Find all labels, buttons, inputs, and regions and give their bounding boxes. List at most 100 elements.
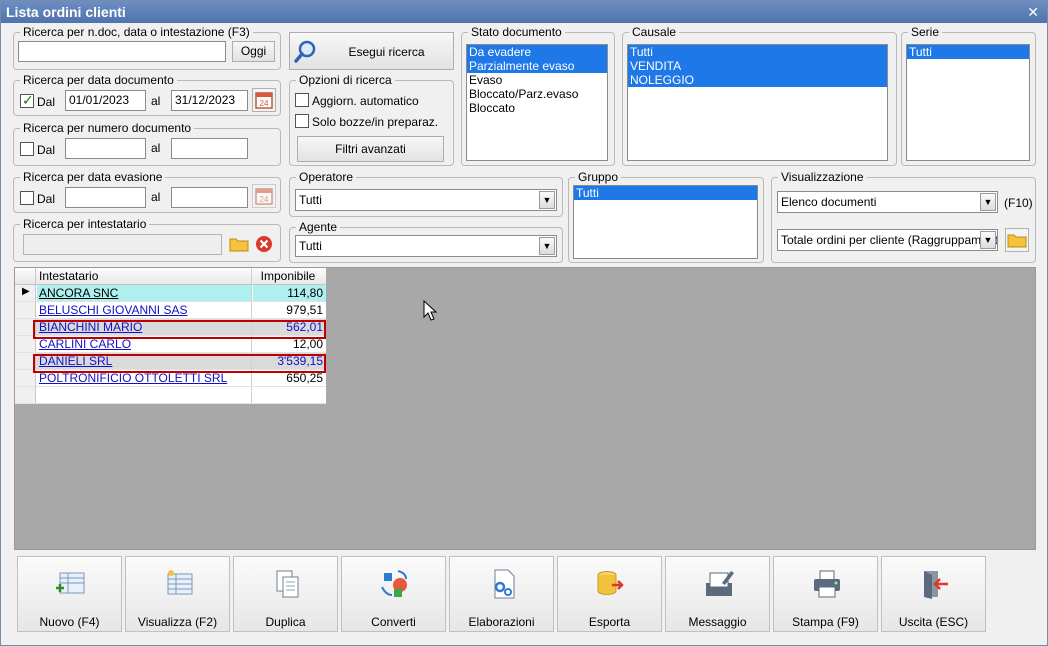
folder-icon[interactable] (228, 234, 250, 254)
search-icon (294, 40, 316, 63)
duplicate-icon (276, 570, 299, 598)
date-evas-legend: Ricerca per data evasione (20, 170, 166, 184)
stato-item[interactable]: Evaso (467, 73, 607, 87)
stato-item[interactable]: Parzialmente evaso (467, 59, 607, 73)
close-icon[interactable]: ✕ (1027, 1, 1039, 23)
gruppo-legend: Gruppo (575, 170, 622, 184)
exit-button[interactable]: Uscita (ESC) (881, 556, 986, 632)
agente-select[interactable]: Tutti ▼ (295, 235, 557, 257)
chevron-down-icon[interactable]: ▼ (539, 237, 555, 255)
date-evas-al-label: al (151, 190, 161, 204)
table-row[interactable]: ▶ ANCORA SNC 114,80 (15, 285, 326, 302)
search-doc-input[interactable] (18, 41, 226, 62)
advanced-filters-button[interactable]: Filtri avanzati (297, 136, 444, 162)
operatore-select[interactable]: Tutti ▼ (295, 189, 557, 211)
export-button[interactable]: Esporta (557, 556, 662, 632)
grid-header-corner (15, 268, 36, 284)
process-button[interactable]: Elaborazioni (449, 556, 554, 632)
chevron-down-icon[interactable]: ▼ (980, 193, 996, 211)
convert-button[interactable]: Converti (341, 556, 446, 632)
chevron-down-icon[interactable]: ▼ (980, 231, 996, 249)
stato-item[interactable]: Bloccato/Parz.evaso (467, 87, 607, 101)
oggi-button[interactable]: Oggi (232, 41, 275, 62)
date-evas-calendar-button[interactable]: 24 (252, 184, 276, 208)
serie-legend: Serie (908, 25, 943, 39)
serie-listbox[interactable]: Tutti (906, 44, 1030, 161)
gruppo-item[interactable]: Tutti (574, 186, 757, 200)
mouse-cursor-icon (423, 300, 438, 321)
view-select[interactable]: Elenco documenti ▼ (777, 191, 998, 213)
export-icon (597, 571, 624, 595)
customer-link[interactable]: CARLINI CARLO (39, 337, 131, 351)
gruppo-listbox[interactable]: Tutti (573, 185, 758, 259)
numero-doc-dal-label: Dal (37, 143, 56, 157)
totale-folder-button[interactable] (1005, 228, 1029, 252)
exit-button-label: Uscita (ESC) (898, 615, 969, 629)
chevron-down-icon[interactable]: ▼ (539, 191, 555, 209)
convert-icon (381, 570, 407, 597)
stato-listbox[interactable]: Da evadere Parzialmente evaso Evaso Bloc… (466, 44, 608, 161)
date-doc-from-input[interactable]: 01/01/2023 (65, 90, 146, 111)
message-button-label: Messaggio (688, 615, 747, 629)
date-doc-to-input[interactable]: 31/12/2023 (171, 90, 248, 111)
agente-legend: Agente (296, 220, 341, 234)
visualizzazione-legend: Visualizzazione (778, 170, 867, 184)
duplicate-button[interactable]: Duplica (233, 556, 338, 632)
options-legend: Opzioni di ricerca (296, 73, 395, 87)
date-evas-to-input[interactable] (171, 187, 248, 208)
table-row[interactable] (15, 387, 326, 404)
intestatario-legend: Ricerca per intestatario (20, 217, 150, 231)
intestatario-input[interactable] (23, 234, 222, 255)
bozze-label: Solo bozze/in preparaz. (312, 115, 439, 129)
column-header-imponibile[interactable]: Imponibile (253, 268, 326, 284)
view-button[interactable]: Visualizza (F2) (125, 556, 230, 632)
customer-link[interactable]: POLTRONIFICIO OTTOLETTI SRL (39, 371, 227, 385)
current-row-arrow-icon: ▶ (22, 286, 30, 297)
results-grid-area: Intestatario Imponibile ▶ ANCORA SNC 114… (14, 267, 1036, 550)
svg-text:24: 24 (260, 99, 269, 108)
search-doc-legend: Ricerca per n.doc, data o intestazione (… (20, 25, 253, 39)
column-header-intestatario[interactable]: Intestatario (37, 268, 252, 284)
folder-icon (1007, 234, 1027, 248)
numero-doc-dal-checkbox[interactable] (20, 142, 34, 156)
table-row[interactable]: BELUSCHI GIOVANNI SAS 979,51 (15, 302, 326, 319)
view-doc-icon (167, 570, 193, 595)
row-indicator (15, 302, 36, 318)
title-bar: Lista ordini clienti ✕ (1, 1, 1047, 23)
causale-item[interactable]: VENDITA (628, 59, 887, 73)
numero-doc-to-input[interactable] (171, 138, 248, 159)
imponibile-cell: 114,80 (253, 285, 326, 301)
customer-link[interactable]: ANCORA SNC (39, 286, 118, 300)
row-indicator (15, 387, 36, 403)
date-doc-calendar-button[interactable]: 24 (252, 88, 276, 112)
causale-listbox[interactable]: Tutti VENDITA NOLEGGIO (627, 44, 888, 161)
date-doc-dal-checkbox[interactable] (20, 92, 34, 109)
execute-search-button[interactable]: Esegui ricerca (289, 32, 454, 70)
auto-update-label: Aggiorn. automatico (312, 94, 419, 108)
numero-doc-from-input[interactable] (65, 138, 146, 159)
message-button[interactable]: Messaggio (665, 556, 770, 632)
customer-link[interactable]: BELUSCHI GIOVANNI SAS (39, 303, 187, 317)
bozze-checkbox[interactable] (295, 114, 309, 128)
imponibile-cell: 979,51 (286, 303, 323, 317)
serie-item[interactable]: Tutti (907, 45, 1029, 59)
imponibile-cell (253, 387, 326, 403)
row-indicator: ▶ (15, 285, 36, 301)
clear-icon[interactable] (254, 234, 274, 254)
new-button[interactable]: Nuovo (F4) (17, 556, 122, 632)
export-button-label: Esporta (588, 615, 631, 629)
causale-legend: Causale (629, 25, 680, 39)
stato-item[interactable]: Bloccato (467, 101, 607, 115)
date-evas-from-input[interactable] (65, 187, 146, 208)
causale-item[interactable]: NOLEGGIO (628, 73, 887, 87)
print-button[interactable]: Stampa (F9) (773, 556, 878, 632)
view-button-label: Visualizza (F2) (137, 615, 218, 629)
highlight-box-bianchini (33, 320, 326, 339)
totale-value: Totale ordini per cliente (Raggruppament… (781, 233, 997, 247)
grid-header: Intestatario Imponibile (15, 268, 326, 285)
auto-update-checkbox[interactable] (295, 93, 309, 107)
causale-item[interactable]: Tutti (628, 45, 887, 59)
totale-select[interactable]: Totale ordini per cliente (Raggruppament… (777, 229, 998, 251)
date-evas-dal-checkbox[interactable] (20, 191, 34, 205)
stato-item[interactable]: Da evadere (467, 45, 607, 59)
